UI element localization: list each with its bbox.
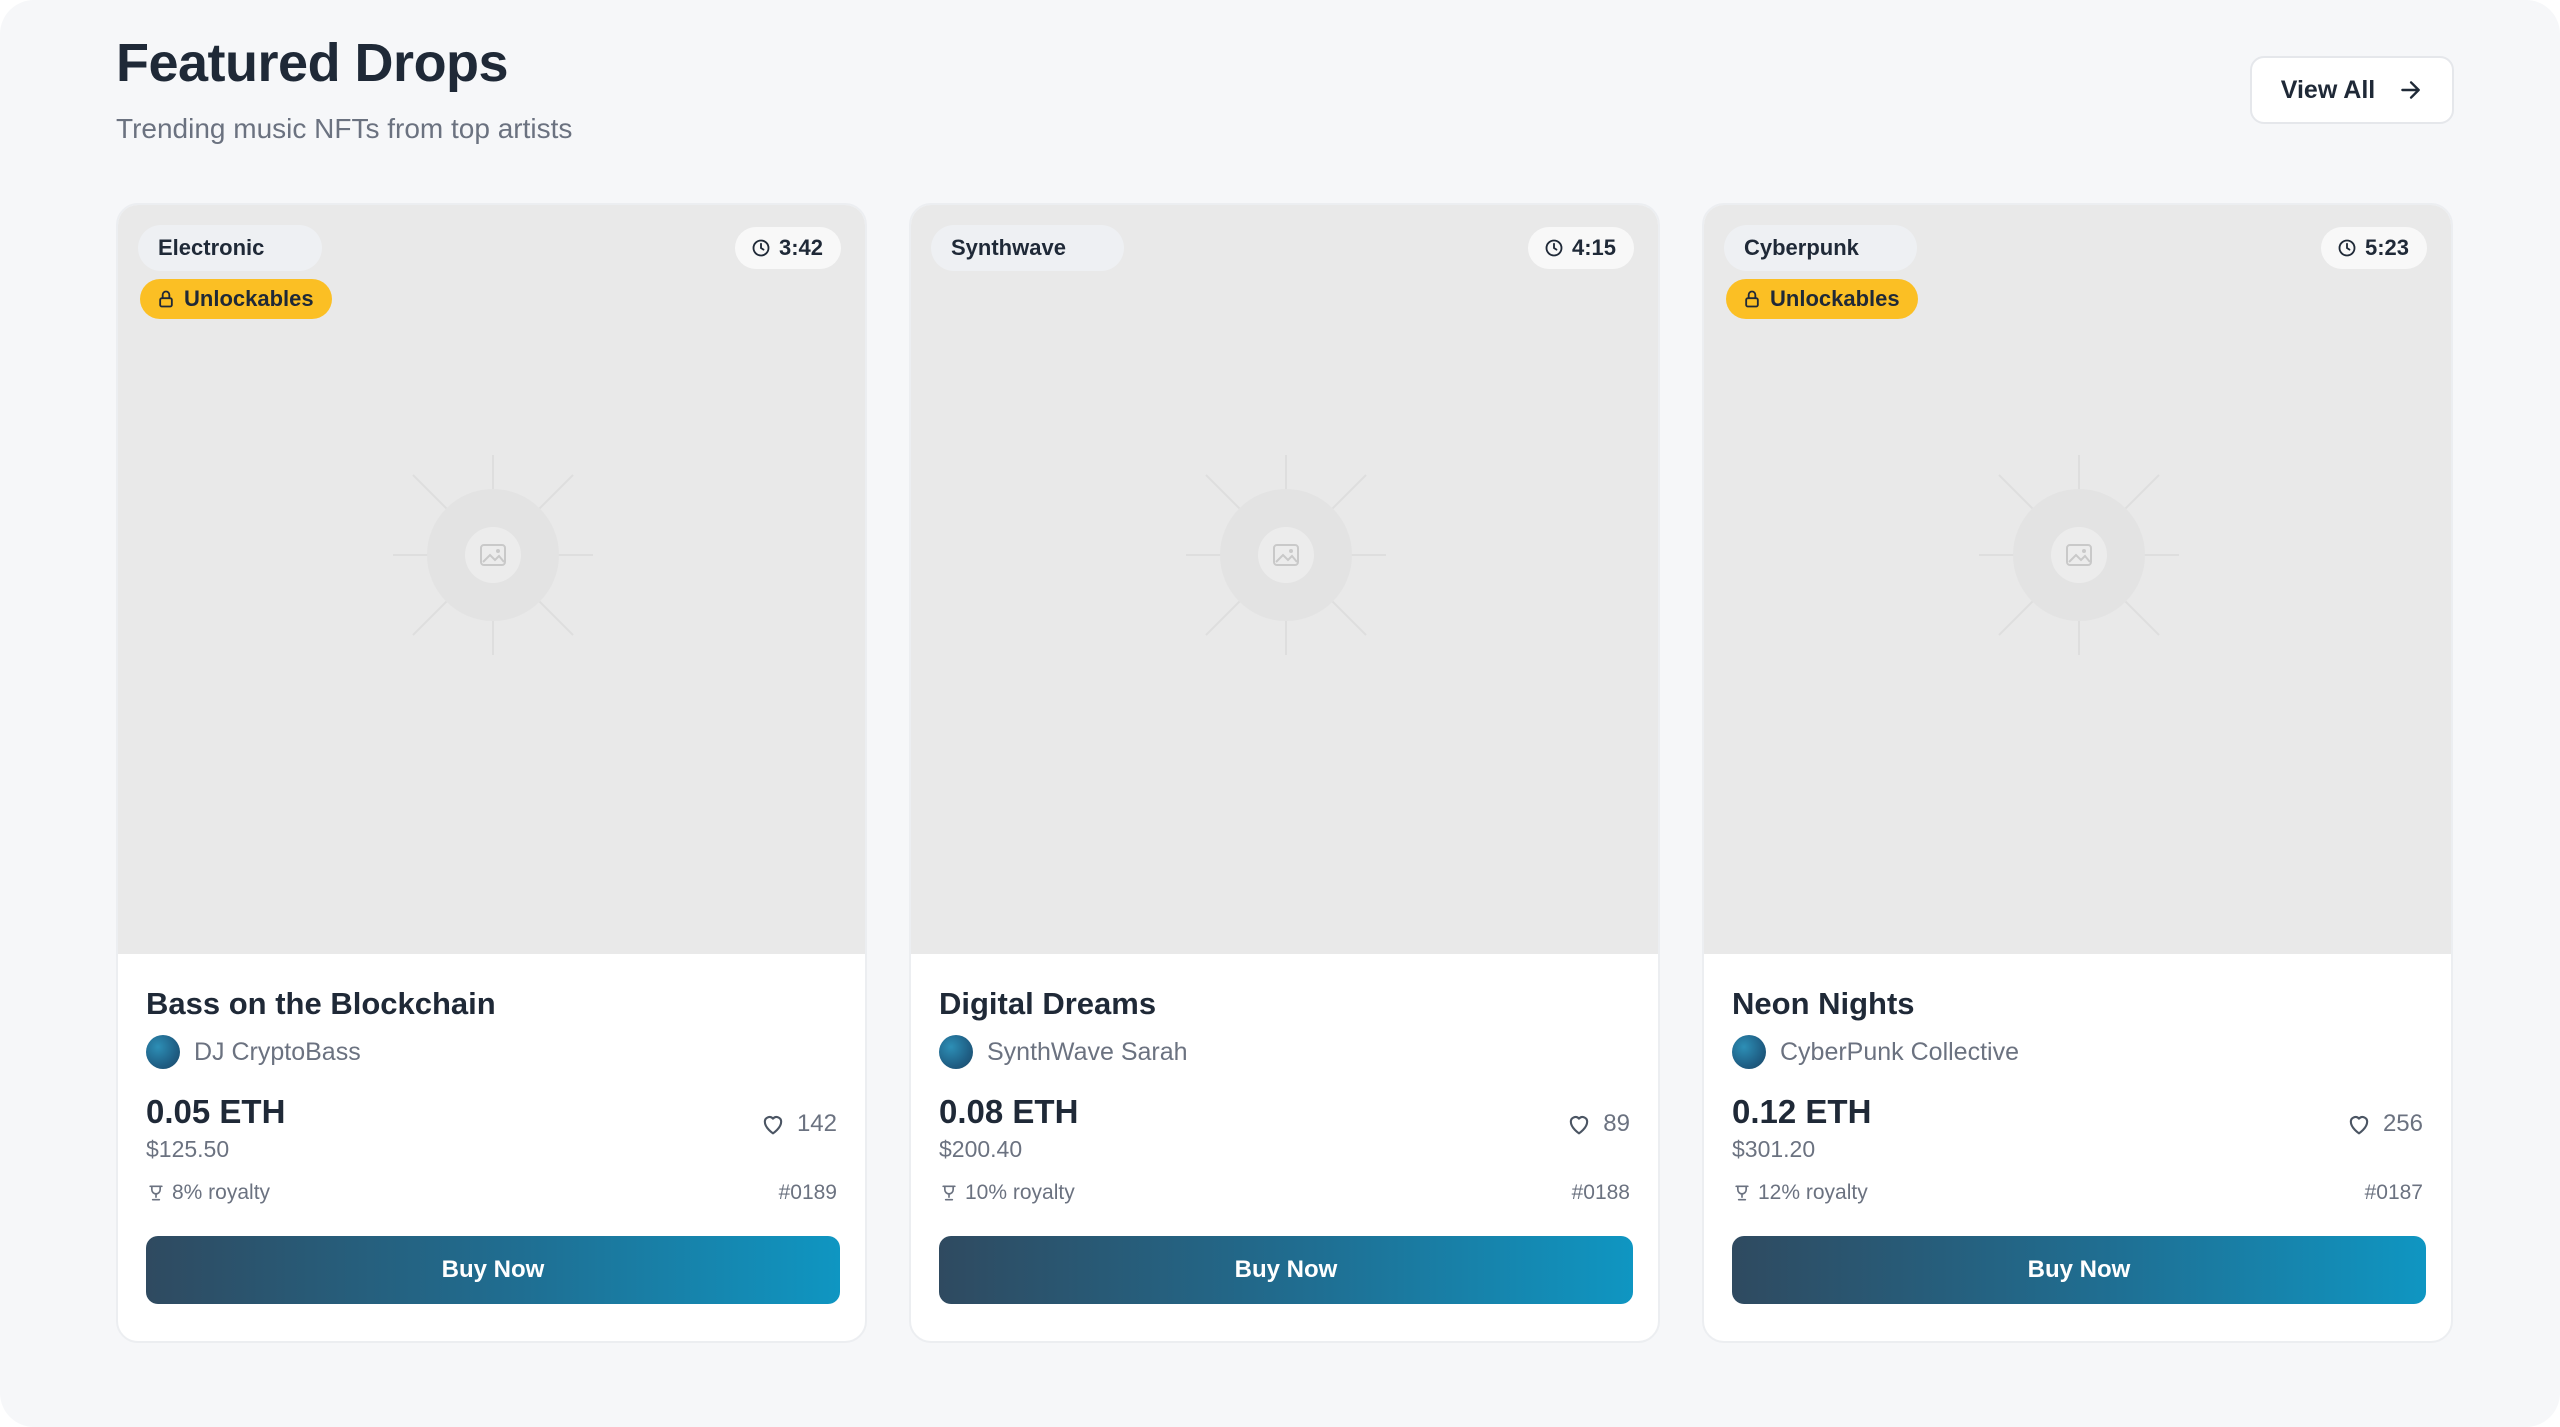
price-row: 0.12 ETH $301.20 256 — [1732, 1092, 2423, 1166]
track-title[interactable]: Digital Dreams — [939, 984, 1630, 1024]
avatar — [1732, 1035, 1766, 1069]
trophy-icon — [149, 1185, 163, 1201]
album-art[interactable]: Synthwave 4:15 — [911, 205, 1658, 954]
buy-now-button[interactable]: Buy Now — [1732, 1236, 2426, 1304]
like-count: 256 — [2382, 1110, 2423, 1137]
heart-icon — [1570, 1116, 1589, 1135]
page-title: Featured Drops — [116, 33, 509, 93]
section-header: Featured Drops Trending music NFTs from … — [116, 30, 2454, 160]
unlockables-badge: Unlockables — [1726, 279, 1918, 319]
unlockables-label: Unlockables — [1770, 286, 1900, 311]
price-usd: $301.20 — [1732, 1136, 1816, 1162]
avatar — [146, 1035, 180, 1069]
page-subtitle: Trending music NFTs from top artists — [116, 113, 573, 144]
genre-badge: Synthwave — [931, 225, 1124, 271]
duration-text: 3:42 — [778, 235, 823, 260]
card-info: Digital Dreams SynthWave Sarah 0.08 ETH … — [911, 954, 1658, 1304]
lock-icon — [1745, 290, 1759, 308]
token-id: #0187 — [2364, 1181, 2423, 1204]
token-id: #0188 — [1571, 1181, 1630, 1204]
card-info: Neon Nights CyberPunk Collective 0.12 ET… — [1704, 954, 2451, 1304]
artist-link[interactable]: DJ CryptoBass — [146, 1034, 837, 1070]
arrow-right-icon — [2401, 81, 2421, 99]
like-button[interactable]: 256 — [2345, 1110, 2423, 1138]
price-row: 0.05 ETH $125.50 142 — [146, 1092, 837, 1166]
nft-card[interactable]: Synthwave 4:15 Digital Dreams SynthWave … — [909, 203, 1660, 1343]
image-placeholder-icon — [1186, 455, 1386, 655]
price-row: 0.08 ETH $200.40 89 — [939, 1092, 1630, 1166]
duration-text: 4:15 — [1571, 235, 1616, 260]
artist-name: SynthWave Sarah — [987, 1037, 1188, 1066]
trophy-icon — [1735, 1185, 1749, 1201]
meta-row: 12% royalty #0187 — [1732, 1178, 2423, 1208]
album-art[interactable]: Cyberpunk 5:23 Unlockables — [1704, 205, 2451, 954]
royalty-text: 12% royalty — [1758, 1181, 1868, 1204]
artist-link[interactable]: SynthWave Sarah — [939, 1034, 1630, 1070]
nft-card[interactable]: Cyberpunk 5:23 Unlockables Neon Nights C… — [1702, 203, 2453, 1343]
avatar — [939, 1035, 973, 1069]
album-art[interactable]: Electronic 3:42 Unlockables — [118, 205, 865, 954]
genre-badge: Electronic — [138, 225, 323, 271]
like-button[interactable]: 142 — [759, 1110, 837, 1138]
unlockables-label: Unlockables — [184, 286, 314, 311]
duration-badge: 4:15 — [1527, 227, 1634, 269]
like-count: 142 — [796, 1110, 837, 1137]
artist-name: DJ CryptoBass — [194, 1037, 361, 1066]
card-info: Bass on the Blockchain DJ CryptoBass 0.0… — [118, 954, 865, 1304]
royalty-text: 8% royalty — [172, 1181, 271, 1204]
meta-row: 8% royalty #0189 — [146, 1178, 837, 1208]
genre-badge: Cyberpunk — [1724, 225, 1917, 271]
view-all-label: View All — [2280, 75, 2376, 104]
like-button[interactable]: 89 — [1565, 1110, 1630, 1138]
price-eth: 0.08 ETH — [939, 1093, 1079, 1130]
trophy-icon — [942, 1185, 956, 1201]
clock-icon — [2338, 239, 2356, 257]
view-all-button[interactable]: View All — [2250, 56, 2454, 124]
duration-badge: 5:23 — [2320, 227, 2427, 269]
royalty-info: 8% royalty — [146, 1181, 270, 1205]
token-id: #0189 — [778, 1181, 837, 1204]
clock-icon — [1545, 239, 1563, 257]
nft-card[interactable]: Electronic 3:42 Unlockables Bass on the … — [116, 203, 867, 1343]
duration-text: 5:23 — [2364, 235, 2409, 260]
track-title[interactable]: Neon Nights — [1732, 984, 2423, 1024]
meta-row: 10% royalty #0188 — [939, 1178, 1630, 1208]
price-usd: $125.50 — [146, 1136, 230, 1162]
clock-icon — [752, 239, 770, 257]
royalty-text: 10% royalty — [965, 1181, 1075, 1204]
royalty-info: 12% royalty — [1732, 1181, 1868, 1205]
drops-grid: Electronic 3:42 Unlockables Bass on the … — [116, 203, 2453, 1343]
buy-now-button[interactable]: Buy Now — [939, 1236, 1633, 1304]
royalty-info: 10% royalty — [939, 1181, 1075, 1205]
artist-name: CyberPunk Collective — [1780, 1037, 2019, 1066]
price-eth: 0.12 ETH — [1732, 1093, 1872, 1130]
image-placeholder-icon — [393, 455, 593, 655]
like-count: 89 — [1603, 1110, 1630, 1137]
page-frame: Featured Drops Trending music NFTs from … — [0, 0, 2560, 1427]
duration-badge: 3:42 — [734, 227, 841, 269]
artist-link[interactable]: CyberPunk Collective — [1732, 1034, 2423, 1070]
price-usd: $200.40 — [939, 1136, 1023, 1162]
track-title[interactable]: Bass on the Blockchain — [146, 984, 837, 1024]
heart-icon — [763, 1116, 783, 1135]
buy-now-button[interactable]: Buy Now — [146, 1236, 840, 1304]
image-placeholder-icon — [1979, 455, 2179, 655]
lock-icon — [159, 290, 173, 308]
heart-icon — [2349, 1116, 2369, 1135]
price-eth: 0.05 ETH — [146, 1093, 286, 1130]
unlockables-badge: Unlockables — [140, 279, 332, 319]
